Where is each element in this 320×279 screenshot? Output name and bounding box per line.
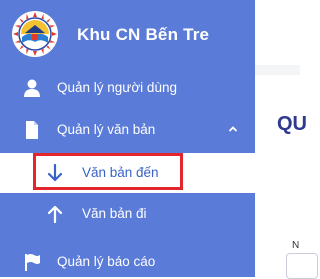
logo-icon: [12, 11, 58, 57]
nav-item-users-label: Quản lý người dùng: [57, 80, 177, 95]
top-bar: [255, 0, 300, 65]
brand[interactable]: Khu CN Bến Tre: [0, 0, 255, 64]
field-label: N: [292, 240, 300, 251]
nav-subitem-outgoing-label: Văn bản đi: [82, 206, 147, 221]
flag-icon: [25, 254, 40, 271]
sidebar: Khu CN Bến Tre Quản lý người dùng Quản l…: [0, 0, 255, 277]
nav-item-reports[interactable]: Quản lý báo cáo: [0, 242, 255, 277]
user-icon: [24, 79, 40, 97]
brand-name: Khu CN Bến Tre: [77, 25, 210, 44]
chevron-up-icon: [228, 126, 238, 132]
nav-item-documents[interactable]: Quản lý văn bản: [0, 110, 255, 150]
arrow-up-icon: [47, 205, 63, 224]
page-title: QU: [277, 113, 307, 135]
nav-item-reports-label: Quản lý báo cáo: [57, 254, 156, 269]
nav-item-documents-label: Quản lý văn bản: [57, 122, 156, 137]
field-input[interactable]: [286, 253, 318, 279]
document-icon: [26, 121, 38, 139]
nav-subitem-outgoing-documents[interactable]: Văn bản đi: [0, 194, 255, 234]
highlight-box: [33, 153, 183, 190]
nav-item-users[interactable]: Quản lý người dùng: [0, 68, 255, 108]
